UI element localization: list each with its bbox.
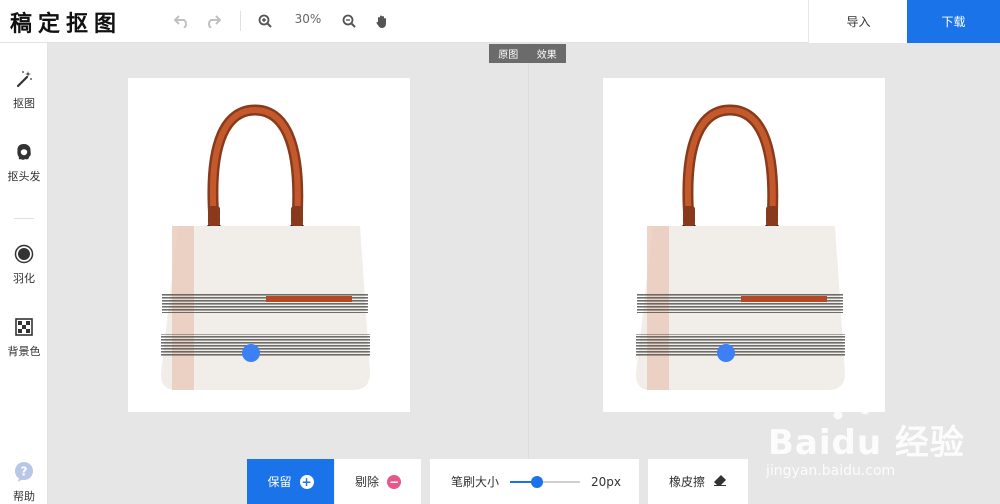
zoom-level: 30%	[294, 12, 322, 26]
brush-size-value: 20px	[591, 474, 622, 489]
help-label: 帮助	[13, 490, 35, 503]
redo-icon[interactable]	[203, 11, 223, 31]
background-color-icon	[13, 316, 35, 338]
slider-knob[interactable]	[530, 475, 543, 488]
brush-marker	[717, 344, 735, 362]
eraser-label: 橡皮擦	[668, 475, 705, 489]
help-button[interactable]: ? 帮助	[0, 461, 48, 504]
sidebar-item-label: 抠图	[13, 97, 35, 110]
app-logo: 稿定抠图	[10, 11, 123, 37]
watermark-url: jingyan.baidu.com	[766, 463, 896, 479]
brush-marker	[242, 344, 260, 362]
brush-size-label: 笔刷大小	[451, 475, 500, 489]
sidebar-item-feather[interactable]: 羽化	[0, 243, 48, 286]
feather-icon	[13, 243, 35, 265]
eraser-button[interactable]: 橡皮擦	[648, 459, 748, 504]
magic-wand-icon	[13, 68, 35, 90]
handbag-result-image	[635, 104, 845, 390]
result-image-panel[interactable]	[603, 78, 885, 412]
sidebar-item-label: 背景色	[7, 345, 41, 358]
zoom-in-icon[interactable]	[255, 11, 275, 31]
canvas-divider	[528, 43, 529, 504]
help-icon: ?	[13, 461, 35, 483]
hair-icon	[13, 141, 35, 163]
keep-label: 保留	[267, 475, 292, 489]
minus-circle-icon: −	[387, 474, 401, 489]
zoom-out-icon[interactable]	[339, 11, 359, 31]
plus-circle-icon: +	[299, 474, 314, 489]
sidebar-item-background-color[interactable]: 背景色	[0, 316, 48, 359]
sidebar-item-cutout[interactable]: 抠图	[0, 68, 48, 111]
download-button[interactable]: 下载	[907, 0, 1000, 43]
baidu-watermark: Baidu 经验 jingyan.baidu.com	[760, 395, 995, 500]
tab-effect[interactable]: 效果	[528, 44, 567, 63]
import-button[interactable]: 导入	[808, 0, 908, 43]
sidebar-item-label: 羽化	[13, 272, 35, 285]
left-sidebar: 抠图 抠头发 羽化 背景色 ? 帮助	[0, 43, 48, 504]
brush-size-slider[interactable]	[510, 475, 581, 488]
brush-size-control: 笔刷大小 20px	[430, 459, 639, 504]
sidebar-divider	[14, 218, 34, 219]
eraser-icon	[713, 474, 727, 489]
watermark-text: Baidu 经验	[768, 423, 965, 463]
hand-pan-icon[interactable]	[372, 11, 392, 31]
handbag-image	[160, 104, 370, 390]
undo-icon[interactable]	[172, 11, 192, 31]
tab-original[interactable]: 原图	[489, 44, 528, 63]
original-image-panel[interactable]	[128, 78, 410, 412]
sidebar-item-hair[interactable]: 抠头发	[0, 141, 48, 184]
toolbar-divider	[240, 11, 241, 31]
remove-button[interactable]: 剔除 −	[334, 459, 421, 504]
keep-button[interactable]: 保留 +	[247, 459, 334, 504]
svg-text:?: ?	[21, 465, 28, 479]
top-toolbar: 稿定抠图 30% 导入 下载	[0, 0, 1000, 43]
view-mode-tabs: 原图 效果	[489, 44, 566, 63]
sidebar-item-label: 抠头发	[7, 170, 41, 183]
remove-label: 剔除	[354, 475, 379, 489]
